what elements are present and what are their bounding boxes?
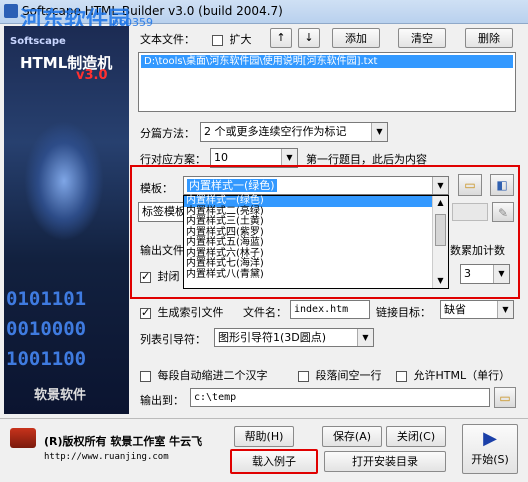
copyright-text: (R)版权所有 软景工作室 牛云飞 xyxy=(44,435,203,448)
filename-label: 文件名： xyxy=(243,306,287,319)
split-label: 分篇方法： xyxy=(140,127,195,140)
text-file-label: 文本文件： xyxy=(140,33,195,46)
seal-label: 封闭 xyxy=(157,270,180,283)
count-select[interactable]: 3 ▼ xyxy=(460,264,510,284)
move-up-button[interactable]: ↑ xyxy=(270,28,292,48)
chevron-down-icon: ▼ xyxy=(432,177,448,194)
expand-label: 扩大 xyxy=(229,33,252,46)
logo-panel: Softscape HTML制造机 v3.0 0101101 0010000 1… xyxy=(4,26,129,414)
template-value: 内置样式一(绿色) xyxy=(187,179,277,192)
folder-icon: ▭ xyxy=(499,391,511,405)
save-button[interactable]: 保存(A) xyxy=(322,426,382,447)
list-guide-label: 列表引导符： xyxy=(140,333,206,346)
template-select[interactable]: 内置样式一(绿色) ▼ xyxy=(183,176,449,195)
dropdown-scrollbar[interactable]: ▲ ▼ xyxy=(432,196,448,288)
website-url: http://www.ruanjing.com xyxy=(44,452,169,462)
file-list[interactable]: D:\tools\桌面\河东软件园\使用说明[河东软件园].txt xyxy=(138,52,516,112)
list-guide-value: 图形引导符1(3D圆点) xyxy=(218,331,327,344)
count-value: 3 xyxy=(464,267,471,280)
help-button[interactable]: 帮助(H) xyxy=(234,426,294,447)
file-list-item[interactable]: D:\tools\桌面\河东软件园\使用说明[河东软件园].txt xyxy=(141,55,513,68)
blank-line-label: 段落间空一行 xyxy=(315,369,382,382)
chevron-down-icon: ▼ xyxy=(497,301,513,318)
link-target-value: 缺省 xyxy=(444,303,466,316)
template-dropdown-list[interactable]: 内置样式一(绿色) 内置样式二(亮绿) 内置样式三(土黄) 内置样式四(紫罗) … xyxy=(183,195,449,289)
template-option[interactable]: 内置样式五(海蓝) xyxy=(184,238,432,249)
light-graphic xyxy=(24,121,104,241)
indent-checkbox-wrap[interactable]: 每段自动缩进二个汉字 xyxy=(140,367,268,383)
books-icon xyxy=(10,428,36,448)
output-path-input[interactable]: c:\temp xyxy=(190,388,490,407)
gen-index-label: 生成索引文件 xyxy=(157,306,224,319)
blank-line-checkbox-wrap[interactable]: 段落间空一行 xyxy=(298,367,382,383)
template-option[interactable]: 内置样式七(海洋) xyxy=(184,259,432,270)
load-example-button[interactable]: 载入例子 xyxy=(230,449,318,474)
edit-icon: ✎ xyxy=(497,206,509,220)
split-value: 2 个或更多连续空行作为标记 xyxy=(204,125,347,138)
logo-version: v3.0 xyxy=(76,68,108,83)
open-install-dir-button[interactable]: 打开安装目录 xyxy=(324,451,446,472)
seal-checkbox[interactable] xyxy=(140,270,151,283)
start-label: 开始(S) xyxy=(471,453,509,466)
chevron-down-icon: ▼ xyxy=(371,123,387,141)
brand-text: 软景软件 xyxy=(34,388,87,403)
preview-button[interactable]: ◧ xyxy=(490,174,514,196)
arrow-down-icon: ↓ xyxy=(304,31,314,44)
scroll-thumb[interactable] xyxy=(435,214,446,246)
scroll-up-icon[interactable]: ▲ xyxy=(433,196,448,210)
tag-template-button[interactable]: ✎ xyxy=(492,202,514,222)
tag-template-field xyxy=(452,203,488,221)
open-folder-button[interactable]: ▭ xyxy=(458,174,482,196)
output-to-label: 输出到： xyxy=(140,394,184,407)
seal-checkbox-wrap[interactable]: 封闭 xyxy=(140,268,180,284)
indent-checkbox[interactable] xyxy=(140,370,151,382)
split-select[interactable]: 2 个或更多连续空行作为标记 ▼ xyxy=(200,122,388,142)
move-down-button[interactable]: ↓ xyxy=(298,28,320,48)
link-target-label: 链接目标： xyxy=(376,306,431,319)
expand-checkbox[interactable] xyxy=(212,34,223,46)
clear-button[interactable]: 清空 xyxy=(398,28,446,48)
filename-input[interactable]: index.htm xyxy=(290,300,370,319)
template-label: 模板： xyxy=(140,182,173,195)
delete-button[interactable]: 删除 xyxy=(465,28,513,48)
arrow-up-icon: ↑ xyxy=(276,31,286,44)
template-option[interactable]: 内置样式一(绿色) xyxy=(184,196,432,207)
close-button[interactable]: 关闭(C) xyxy=(386,426,446,447)
browse-folder-button[interactable]: ▭ xyxy=(494,387,516,408)
template-option[interactable]: 内置样式三(土黄) xyxy=(184,217,432,228)
logo-text-softscape: Softscape xyxy=(10,36,66,47)
indent-label: 每段自动缩进二个汉字 xyxy=(157,369,268,382)
allow-html-checkbox[interactable] xyxy=(396,370,407,382)
template-option[interactable]: 内置样式八(青黛) xyxy=(184,269,432,281)
list-guide-select[interactable]: 图形引导符1(3D圆点) ▼ xyxy=(214,328,374,347)
play-icon: ▶ xyxy=(483,428,497,449)
allow-html-checkbox-wrap[interactable]: 允许HTML（单行） xyxy=(396,367,510,383)
line-plan-value: 10 xyxy=(214,151,228,164)
gen-index-checkbox[interactable] xyxy=(140,306,151,319)
expand-checkbox-wrap[interactable]: 扩大 xyxy=(212,31,252,47)
binary-line: 1001100 xyxy=(6,348,87,370)
start-button[interactable]: ▶ 开始(S) xyxy=(462,424,518,474)
folder-icon: ▭ xyxy=(464,178,476,192)
count-label: 数累加计数 xyxy=(450,244,505,257)
tag-template-label: 标签模板 xyxy=(142,205,186,218)
allow-html-label: 允许HTML（单行） xyxy=(413,369,511,382)
scroll-down-icon[interactable]: ▼ xyxy=(433,274,448,288)
chevron-down-icon: ▼ xyxy=(493,265,509,283)
binary-line: 0101101 xyxy=(6,288,87,310)
app-icon xyxy=(4,4,18,18)
blank-line-checkbox[interactable] xyxy=(298,370,309,382)
chevron-down-icon: ▼ xyxy=(357,329,373,346)
binary-line: 0010000 xyxy=(6,318,87,340)
link-target-select[interactable]: 缺省 ▼ xyxy=(440,300,514,319)
preview-icon: ◧ xyxy=(496,178,508,192)
output-file-label: 输出文件 xyxy=(140,244,184,257)
add-button[interactable]: 添加 xyxy=(332,28,380,48)
gen-index-checkbox-wrap[interactable]: 生成索引文件 xyxy=(140,304,224,320)
